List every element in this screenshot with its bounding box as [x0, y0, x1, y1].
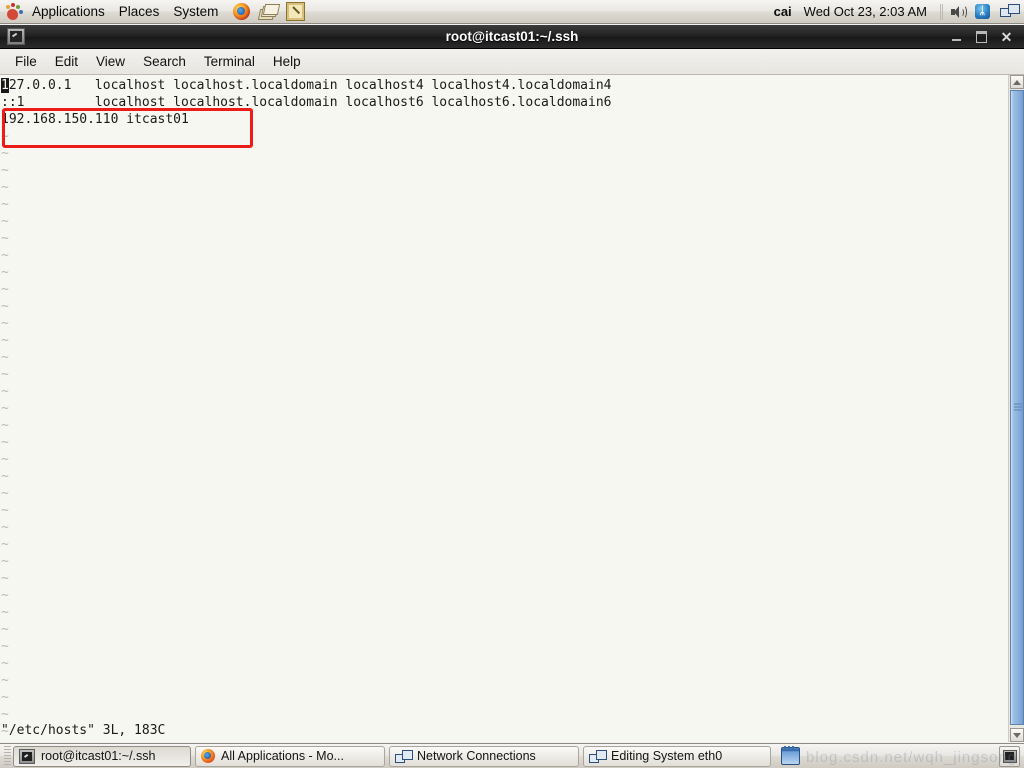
empty-line-marker: ~: [1, 605, 9, 620]
empty-line-marker: ~: [1, 214, 9, 229]
menu-terminal[interactable]: Terminal: [195, 51, 264, 72]
empty-line-marker: ~: [1, 571, 9, 586]
terminal-menubar: File Edit View Search Terminal Help: [0, 49, 1024, 75]
menu-view[interactable]: View: [87, 51, 134, 72]
close-button[interactable]: ✕: [999, 29, 1014, 44]
scroll-down-arrow[interactable]: [1010, 728, 1024, 742]
empty-line-marker: ~: [1, 418, 9, 433]
empty-line-marker: ~: [1, 435, 9, 450]
volume-icon[interactable]: [949, 4, 967, 20]
empty-line-marker: ~: [1, 265, 9, 280]
empty-line-marker: ~: [1, 180, 9, 195]
bluetooth-icon[interactable]: ᛦ: [975, 4, 990, 19]
menu-help[interactable]: Help: [264, 51, 310, 72]
window-title: root@itcast01:~/.ssh: [445, 29, 579, 44]
scrollbar-grip: [1014, 403, 1022, 412]
empty-line-marker: ~: [1, 282, 9, 297]
vim-buffer: 127.0.0.1 localhost localhost.localdomai…: [1, 77, 1008, 740]
terminal-body: 127.0.0.1 localhost localhost.localdomai…: [0, 75, 1024, 742]
menu-edit[interactable]: Edit: [46, 51, 87, 72]
empty-line-marker: ~: [1, 537, 9, 552]
terminal-text-area[interactable]: 127.0.0.1 localhost localhost.localdomai…: [0, 75, 1008, 742]
menu-places[interactable]: Places: [112, 2, 167, 21]
clock-applet[interactable]: Wed Oct 23, 2:03 AM: [800, 4, 935, 19]
network-icon: [395, 749, 413, 763]
empty-line-marker: ~: [1, 554, 9, 569]
tray-separator: [940, 3, 944, 20]
menu-system[interactable]: System: [166, 2, 225, 21]
terminal-icon: [19, 748, 35, 764]
empty-line-marker: ~: [1, 401, 9, 416]
empty-line-marker: ~: [1, 384, 9, 399]
empty-line-marker: ~: [1, 469, 9, 484]
menu-file[interactable]: File: [6, 51, 46, 72]
empty-line-marker: ~: [1, 503, 9, 518]
empty-line-marker: ~: [1, 129, 9, 144]
taskbar-item-label: Editing System eth0: [611, 749, 723, 763]
empty-line-marker: ~: [1, 163, 9, 178]
empty-line-marker: ~: [1, 367, 9, 382]
empty-line-marker: ~: [1, 299, 9, 314]
papers-icon[interactable]: [258, 3, 281, 20]
taskbar-item-label: All Applications - Mo...: [221, 749, 344, 763]
window-controls: ✕: [949, 29, 1024, 44]
empty-line-marker: ~: [1, 197, 9, 212]
gnome-top-panel: Applications Places System cai Wed Oct 2…: [0, 0, 1024, 24]
text-editor-icon[interactable]: [286, 2, 306, 21]
maximize-button[interactable]: [974, 29, 989, 44]
minimize-button[interactable]: [949, 29, 964, 44]
menu-search[interactable]: Search: [134, 51, 195, 72]
network-icon[interactable]: [1000, 4, 1020, 19]
firefox-icon[interactable]: [233, 3, 251, 20]
text-cursor: 1: [1, 78, 9, 93]
terminal-line: 127.0.0.1 localhost localhost.localdomai…: [1, 78, 612, 93]
empty-line-marker: ~: [1, 452, 9, 467]
empty-line-marker: ~: [1, 639, 9, 654]
empty-line-marker: ~: [1, 520, 9, 535]
empty-line-marker: ~: [1, 316, 9, 331]
terminal-line: ::1 localhost localhost.localdomain loca…: [1, 95, 612, 110]
scroll-up-arrow[interactable]: [1010, 75, 1024, 89]
taskbar-item-label: root@itcast01:~/.ssh: [41, 749, 156, 763]
empty-line-marker: ~: [1, 231, 9, 246]
window-menu-icon[interactable]: [7, 28, 25, 45]
empty-line-marker: ~: [1, 486, 9, 501]
window-titlebar[interactable]: root@itcast01:~/.ssh ✕: [0, 25, 1024, 49]
gnome-foot-icon: [4, 2, 24, 21]
network-icon: [589, 749, 607, 763]
empty-line-marker: ~: [1, 588, 9, 603]
firefox-icon: [201, 749, 215, 763]
scrollbar-thumb[interactable]: [1010, 90, 1024, 725]
taskbar-item-network-connections[interactable]: Network Connections: [389, 745, 579, 767]
empty-line-marker: ~: [1, 350, 9, 365]
user-menu[interactable]: cai: [768, 4, 798, 19]
terminal-line: 192.168.150.110 itcast01: [1, 112, 189, 127]
empty-line-marker: ~: [1, 248, 9, 263]
terminal-window: root@itcast01:~/.ssh ✕ File Edit View Se…: [0, 25, 1024, 743]
empty-line-marker: ~: [1, 333, 9, 348]
empty-line-marker: ~: [1, 146, 9, 161]
notes-applet-icon[interactable]: [781, 746, 800, 765]
empty-line-marker: ~: [1, 622, 9, 637]
empty-line-marker: ~: [1, 673, 9, 688]
gnome-bottom-panel: root@itcast01:~/.ssh All Applications - …: [0, 743, 1024, 768]
bluetooth-glyph: ᛦ: [979, 5, 986, 17]
taskbar-item-firefox[interactable]: All Applications - Mo...: [195, 745, 385, 767]
taskbar-item-label: Network Connections: [417, 749, 536, 763]
empty-line-marker: ~: [1, 656, 9, 671]
taskbar-item-editing-eth0[interactable]: Editing System eth0: [583, 745, 771, 767]
empty-line-marker: ~: [1, 690, 9, 705]
terminal-scrollbar[interactable]: [1008, 75, 1024, 742]
taskbar-drag-handle[interactable]: [4, 746, 11, 766]
vim-status-line: "/etc/hosts" 3L, 183C: [1, 723, 166, 738]
terminal-tray-icon[interactable]: [999, 745, 1020, 767]
close-icon: ✕: [1000, 28, 1013, 45]
desktop-screen: Applications Places System cai Wed Oct 2…: [0, 0, 1024, 768]
menu-applications[interactable]: Applications: [25, 2, 112, 21]
taskbar-item-terminal[interactable]: root@itcast01:~/.ssh: [13, 745, 191, 767]
empty-line-marker: ~: [1, 707, 9, 722]
